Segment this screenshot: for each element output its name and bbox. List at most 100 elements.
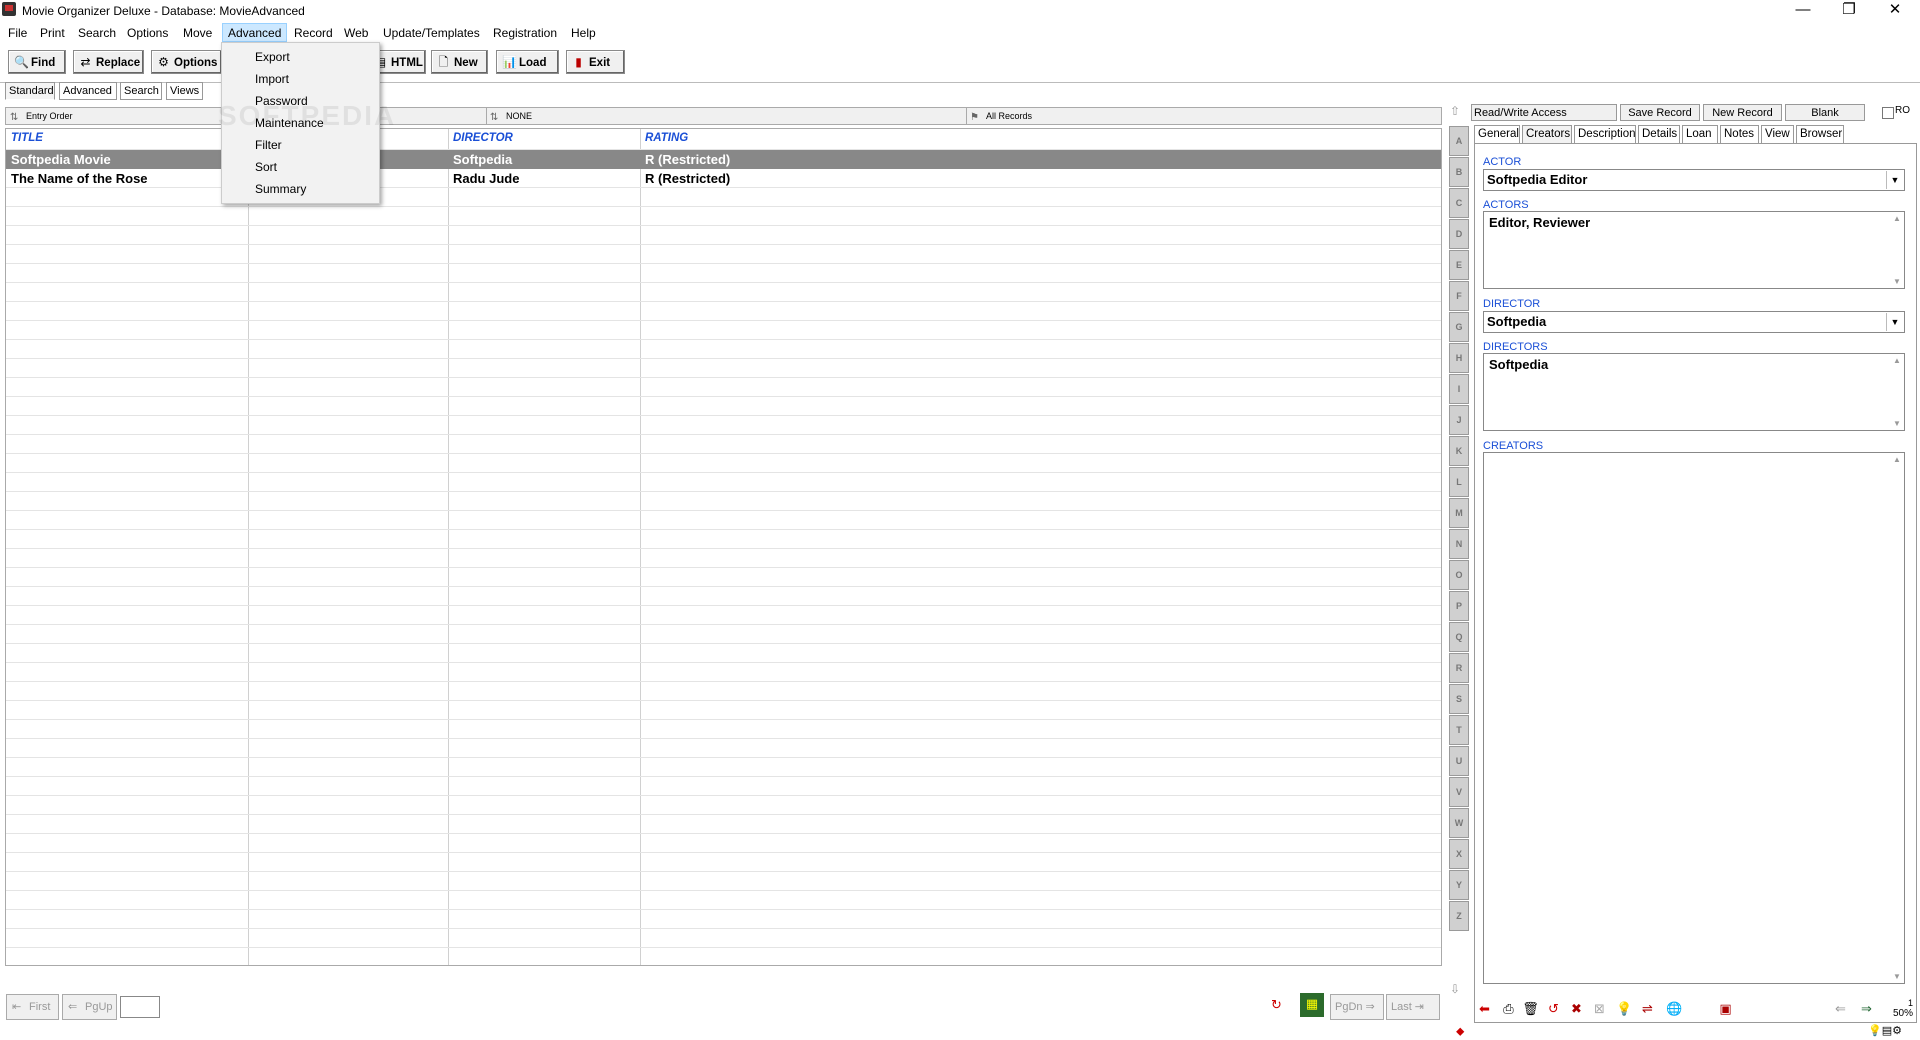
scroll-down-icon[interactable]: ⇩ [1450, 982, 1460, 996]
alpha-index-d[interactable]: D [1449, 219, 1469, 249]
actors-textarea[interactable]: Editor, Reviewer ▲ ▼ [1483, 211, 1905, 289]
scroll-down-icon[interactable]: ▼ [1892, 419, 1902, 428]
menu-item-maintenance[interactable]: Maintenance [222, 112, 377, 134]
exit-button[interactable]: ▮ Exit [566, 50, 625, 74]
back-arrow-icon[interactable]: ⬅ [1474, 998, 1495, 1019]
menu-item-filter[interactable]: Filter [222, 134, 377, 156]
tab-general[interactable]: General [1474, 125, 1520, 143]
scroll-up-icon[interactable]: ▲ [1892, 455, 1902, 464]
alpha-index-t[interactable]: T [1449, 715, 1469, 745]
first-button[interactable]: ⇤ First [6, 994, 59, 1020]
grid-view-icon[interactable]: ▦ [1300, 993, 1324, 1017]
menu-advanced[interactable]: Advanced [222, 23, 288, 42]
chevron-down-icon[interactable]: ▼ [1886, 313, 1903, 331]
menu-item-sort[interactable]: Sort [222, 156, 377, 178]
alpha-index-w[interactable]: W [1449, 808, 1469, 838]
column-header-director[interactable]: DIRECTOR [450, 130, 513, 146]
scroll-up-icon[interactable]: ▲ [1892, 356, 1902, 365]
alpha-index-e[interactable]: E [1449, 250, 1469, 280]
chevron-down-icon[interactable]: ▼ [1886, 171, 1903, 189]
find-button[interactable]: 🔍 Find [8, 50, 66, 74]
pgup-button[interactable]: ⇐ PgUp [62, 994, 117, 1020]
alpha-index-x[interactable]: X [1449, 839, 1469, 869]
pgdn-button[interactable]: PgDn ⇒ [1330, 994, 1384, 1020]
filter-cell[interactable]: ⇅ NONE [486, 108, 967, 124]
tab-creators[interactable]: Creators [1522, 125, 1572, 143]
alpha-index-b[interactable]: B [1449, 157, 1469, 187]
actor-combo[interactable]: Softpedia Editor ▼ [1483, 169, 1905, 191]
alpha-index-v[interactable]: V [1449, 777, 1469, 807]
menu-options[interactable]: Options [122, 24, 173, 42]
prev-record-icon[interactable]: ⇐ [1830, 998, 1851, 1019]
scroll-up-icon[interactable]: ▲ [1892, 214, 1902, 223]
alpha-index-r[interactable]: R [1449, 653, 1469, 683]
undo-icon[interactable]: ↺ [1543, 998, 1564, 1019]
tab-description[interactable]: Description [1574, 125, 1636, 143]
tab-search[interactable]: Search [120, 82, 162, 100]
menu-item-export[interactable]: Export [222, 46, 377, 68]
alpha-index-o[interactable]: O [1449, 560, 1469, 590]
tab-view[interactable]: View [1761, 125, 1794, 143]
trash-icon[interactable]: 🗑 [1520, 998, 1541, 1019]
blank-button[interactable]: Blank [1785, 104, 1865, 121]
maximize-button[interactable]: ❐ [1826, 0, 1872, 22]
options-button[interactable]: ⚙ Options [151, 50, 222, 74]
globe-icon[interactable]: 🌐 [1664, 998, 1685, 1019]
lightbulb-icon[interactable]: 💡 [1614, 998, 1635, 1019]
close-button[interactable]: ✕ [1872, 0, 1918, 22]
alpha-index-j[interactable]: J [1449, 405, 1469, 435]
load-button[interactable]: 📊 Load [496, 50, 559, 74]
minimize-button[interactable]: — [1780, 0, 1826, 22]
page-input[interactable] [120, 996, 160, 1018]
print-icon[interactable]: ⎙ [1498, 998, 1519, 1019]
tab-advanced[interactable]: Advanced [59, 82, 117, 100]
tab-views[interactable]: Views [166, 82, 203, 100]
menu-help[interactable]: Help [566, 24, 601, 42]
column-header-rating[interactable]: RATING [642, 130, 688, 146]
alpha-index-p[interactable]: P [1449, 591, 1469, 621]
alpha-index-f[interactable]: F [1449, 281, 1469, 311]
clear-icon[interactable]: ⊠ [1589, 998, 1610, 1019]
scroll-down-icon[interactable]: ▼ [1892, 972, 1902, 981]
alpha-index-s[interactable]: S [1449, 684, 1469, 714]
tab-standard[interactable]: Standard [5, 82, 55, 100]
alpha-index-m[interactable]: M [1449, 498, 1469, 528]
menu-file[interactable]: File [3, 24, 32, 42]
menu-web[interactable]: Web [339, 24, 373, 42]
menu-item-password[interactable]: Password [222, 90, 377, 112]
alpha-index-h[interactable]: H [1449, 343, 1469, 373]
alpha-index-z[interactable]: Z [1449, 901, 1469, 931]
alpha-index-i[interactable]: I [1449, 374, 1469, 404]
replace-button[interactable]: ⇄ Replace [73, 50, 144, 74]
new-record-button[interactable]: New Record [1703, 104, 1782, 121]
director-combo[interactable]: Softpedia ▼ [1483, 311, 1905, 333]
menu-print[interactable]: Print [35, 24, 70, 42]
alpha-index-n[interactable]: N [1449, 529, 1469, 559]
menu-update-templates[interactable]: Update/Templates [378, 24, 485, 42]
tab-browser[interactable]: Browser [1796, 125, 1844, 143]
alpha-index-y[interactable]: Y [1449, 870, 1469, 900]
last-button[interactable]: Last ⇥ [1386, 994, 1440, 1020]
new-button[interactable]: 🗋 New [431, 50, 488, 74]
alpha-index-g[interactable]: G [1449, 312, 1469, 342]
delete-record-icon[interactable]: ✖ [1566, 998, 1587, 1019]
alpha-index-u[interactable]: U [1449, 746, 1469, 776]
menu-item-summary[interactable]: Summary [222, 178, 377, 200]
ro-checkbox[interactable] [1882, 107, 1894, 119]
tab-notes[interactable]: Notes [1720, 125, 1759, 143]
alpha-index-l[interactable]: L [1449, 467, 1469, 497]
alpha-index-k[interactable]: K [1449, 436, 1469, 466]
menu-move[interactable]: Move [178, 24, 217, 42]
alpha-index-q[interactable]: Q [1449, 622, 1469, 652]
menu-registration[interactable]: Registration [488, 24, 562, 42]
menu-item-import[interactable]: Import [222, 68, 377, 90]
menu-record[interactable]: Record [289, 24, 338, 42]
next-record-icon[interactable]: ⇒ [1856, 998, 1877, 1019]
alpha-index-a[interactable]: A [1449, 126, 1469, 156]
menu-search[interactable]: Search [73, 24, 121, 42]
creators-textarea[interactable]: ▲ ▼ [1483, 452, 1905, 984]
save-record-button[interactable]: Save Record [1620, 104, 1700, 121]
scroll-down-icon[interactable]: ▼ [1892, 277, 1902, 286]
alpha-index-c[interactable]: C [1449, 188, 1469, 218]
directors-textarea[interactable]: Softpedia ▲ ▼ [1483, 353, 1905, 431]
